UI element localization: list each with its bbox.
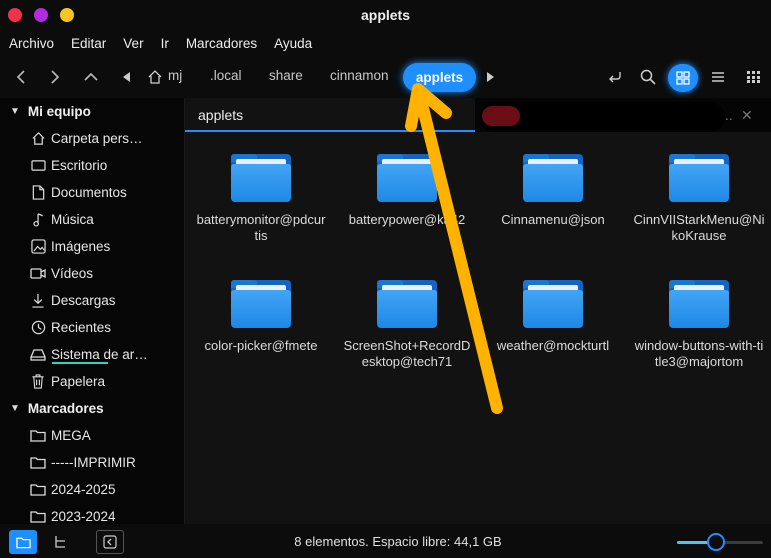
return-arrow-icon: [609, 72, 621, 83]
menu-ir[interactable]: Ir: [161, 36, 169, 51]
search-button[interactable]: [636, 66, 660, 88]
title-bar: applets: [0, 0, 771, 30]
folder-icon: [377, 280, 437, 328]
sidebar-section-marcadores[interactable]: ▼ Marcadores: [10, 401, 104, 416]
folder-icon: [231, 280, 291, 328]
crumb-cinnamon[interactable]: cinnamon: [330, 68, 389, 83]
home-crumb-icon[interactable]: [144, 66, 166, 88]
folder-icon: [231, 154, 291, 202]
icon-view-button[interactable]: [668, 64, 698, 92]
triangle-right-icon: [487, 72, 494, 82]
tab-bar: applets .. ✕: [185, 98, 771, 132]
expand-triangle-icon: ▼: [10, 403, 20, 414]
crumb-applets[interactable]: applets: [403, 63, 476, 92]
folder-icon: [30, 481, 46, 497]
bookmark-2024-2025[interactable]: 2024-2025: [30, 478, 180, 500]
sidebar-item-filesystem[interactable]: Sistema de ar…: [30, 343, 180, 365]
sidebar-item-desktop[interactable]: Escritorio: [30, 154, 180, 176]
menu-marcadores[interactable]: Marcadores: [186, 36, 257, 51]
forward-button[interactable]: [44, 66, 66, 88]
folder-icon: [30, 508, 46, 524]
menu-ver[interactable]: Ver: [123, 36, 143, 51]
folder-item[interactable]: weather@mockturtl: [483, 280, 623, 354]
menu-archivo[interactable]: Archivo: [9, 36, 54, 51]
path-scroll-left-button[interactable]: [116, 66, 138, 88]
folder-item[interactable]: ScreenShot+RecordDesktop@tech71: [337, 280, 477, 370]
document-icon: [30, 184, 46, 200]
close-tab-icon[interactable]: ✕: [741, 107, 753, 124]
folder-icon: [377, 154, 437, 202]
zoom-slider-handle[interactable]: [706, 533, 725, 551]
expand-triangle-icon: ▼: [10, 106, 20, 117]
sidebar: ▼ Mi equipo Carpeta pers… Escritorio Doc…: [0, 98, 184, 524]
sidebar-item-downloads[interactable]: Descargas: [30, 289, 180, 311]
home-icon: [30, 130, 46, 146]
folder-item[interactable]: Cinnamenu@json: [483, 154, 623, 228]
sidebar-item-home[interactable]: Carpeta pers…: [30, 127, 180, 149]
folder-item[interactable]: batterypower@ka42: [337, 154, 477, 228]
disk-usage-bar: [52, 362, 108, 364]
menu-bar: Archivo Editar Ver Ir Marcadores Ayuda: [0, 30, 771, 56]
trash-icon: [30, 373, 46, 389]
sidebar-item-documents[interactable]: Documentos: [30, 181, 180, 203]
triangle-left-icon: [123, 72, 130, 82]
tab-applets[interactable]: applets: [185, 98, 475, 132]
sidebar-item-music[interactable]: Música: [30, 208, 180, 230]
folder-item[interactable]: window-buttons-with-title3@majortom: [629, 280, 769, 370]
bookmark-imprimir[interactable]: -----IMPRIMIR: [30, 451, 180, 473]
crumb-mj[interactable]: mj: [168, 68, 182, 83]
folder-icon: [523, 154, 583, 202]
clock-icon: [30, 319, 46, 335]
folder-icon: [523, 280, 583, 328]
path-scroll-right-button[interactable]: [479, 66, 501, 88]
music-icon: [30, 211, 46, 227]
crumb-local[interactable]: .local: [210, 68, 242, 83]
chevron-right-icon: [51, 70, 60, 84]
up-button[interactable]: [80, 66, 102, 88]
folder-item[interactable]: CinnVIIStarkMenu@NikoKrause: [629, 154, 769, 244]
folder-icon: [669, 280, 729, 328]
sidebar-item-trash[interactable]: Papelera: [30, 370, 180, 392]
tab-overflow[interactable]: ..: [725, 107, 733, 123]
sidebar-item-videos[interactable]: Vídeos: [30, 262, 180, 284]
list-view-button[interactable]: [706, 66, 730, 88]
crumb-share[interactable]: share: [269, 68, 303, 83]
video-icon: [30, 265, 46, 281]
window-title: applets: [360, 7, 410, 23]
back-button[interactable]: [10, 66, 32, 88]
folder-icon: [30, 427, 46, 443]
download-icon: [30, 292, 46, 308]
redaction-mark-red: [482, 106, 520, 126]
status-bar: 8 elementos. Espacio libre: 44,1 GB: [0, 524, 771, 558]
file-view[interactable]: batterymonitor@pdcurtis batterypower@ka4…: [185, 132, 771, 524]
menu-ayuda[interactable]: Ayuda: [274, 36, 312, 51]
search-icon: [640, 69, 656, 85]
sidebar-item-images[interactable]: Imágenes: [30, 235, 180, 257]
folder-icon: [669, 154, 729, 202]
chevron-up-icon: [84, 72, 98, 81]
folder-icon: [30, 454, 46, 470]
path-bar: mj .local share cinnamon applets: [0, 56, 771, 98]
bookmark-2023-2024[interactable]: 2023-2024: [30, 505, 180, 524]
menu-editar[interactable]: Editar: [71, 36, 106, 51]
list-icon: [712, 72, 724, 82]
desktop-icon: [30, 157, 46, 173]
image-icon: [30, 238, 46, 254]
chevron-left-icon: [16, 70, 25, 84]
bookmark-mega[interactable]: MEGA: [30, 424, 180, 446]
folder-item[interactable]: color-picker@fmete: [191, 280, 331, 354]
status-text: 8 elementos. Espacio libre: 44,1 GB: [294, 534, 502, 549]
folder-item[interactable]: batterymonitor@pdcurtis: [191, 154, 331, 244]
drive-icon: [30, 346, 46, 362]
compact-view-button[interactable]: [742, 66, 766, 88]
compact-grid-icon: [747, 71, 760, 83]
home-icon: [148, 70, 162, 84]
sidebar-section-mi-equipo[interactable]: ▼ Mi equipo: [10, 104, 91, 119]
grid-icon: [676, 71, 690, 85]
toggle-location-button[interactable]: [603, 66, 627, 88]
sidebar-item-recent[interactable]: Recientes: [30, 316, 180, 338]
